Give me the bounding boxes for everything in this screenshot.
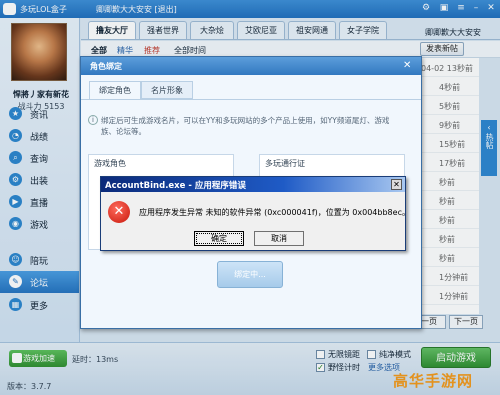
close-icon[interactable]: ✕ (403, 60, 411, 71)
error-icon: ✕ (108, 201, 130, 223)
error-message: 应用程序发生异常 未知的软件异常 (0xc000041f)，位置为 0x004b… (139, 208, 410, 217)
role-dialog-header: 角色绑定 ✕ (81, 57, 421, 75)
ok-button[interactable]: 确定 (194, 231, 244, 246)
cancel-button[interactable]: 取消 (254, 231, 304, 246)
info-icon: i (88, 115, 98, 125)
tab-divider (81, 99, 421, 100)
tab-bind-role[interactable]: 绑定角色 (89, 81, 141, 99)
role-dialog-title: 角色绑定 (90, 62, 122, 71)
passport-label: 多玩通行证 (265, 159, 305, 168)
bind-description: 绑定后可生成游戏名片，可以在YY和多玩网站的多个产品上使用，如YY频道尾灯、游戏… (101, 116, 390, 136)
tab-card-image[interactable]: 名片形象 (141, 81, 193, 99)
game-role-label: 游戏角色 (94, 159, 126, 168)
binding-button[interactable]: 绑定中... (217, 261, 283, 288)
close-icon[interactable]: ✕ (391, 179, 402, 190)
error-dialog-header: AccountBind.exe - 应用程序错误 ✕ (101, 177, 405, 192)
error-dialog: AccountBind.exe - 应用程序错误 ✕ ✕ 应用程序发生异常 未知… (100, 176, 410, 251)
error-dialog-title: AccountBind.exe - 应用程序错误 (105, 181, 246, 191)
